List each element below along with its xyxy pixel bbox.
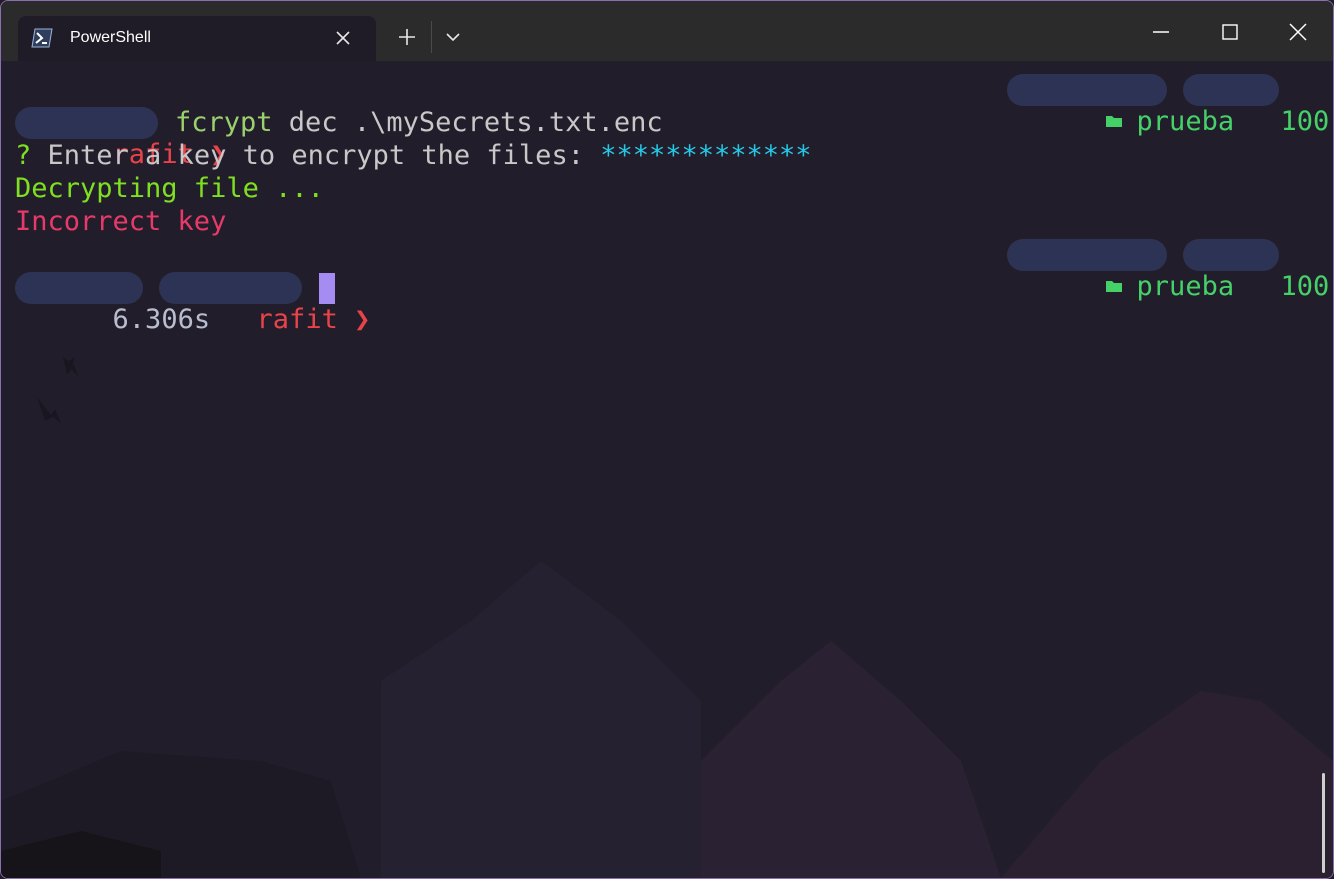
battery-segment: 100 [1183, 74, 1329, 137]
decrypting-message: Decrypting file ... [15, 173, 324, 204]
battery-segment-2: 100 [1183, 239, 1329, 302]
powershell-icon [31, 28, 53, 48]
tab-powershell[interactable]: PowerShell [18, 16, 376, 61]
close-icon[interactable] [335, 30, 351, 46]
terminal-pane[interactable]: prueba 100 rafit ❯ fcrypt dec .\mySecret… [1, 61, 1333, 878]
folder-segment: prueba [1007, 74, 1234, 137]
error-message: Incorrect key [15, 206, 227, 237]
key-prompt-line: ? Enter a key to encrypt the files: ****… [15, 139, 812, 172]
battery-value-2: 100 [1280, 271, 1330, 302]
minimize-icon[interactable] [1150, 21, 1172, 43]
plus-icon[interactable] [398, 28, 416, 46]
question-text: Enter a key to encrypt the files: [31, 140, 601, 171]
prompt-user-segment-2: rafit ❯ [159, 272, 370, 335]
terminal-window: PowerShell 100 rafit ❯ fcrypt dec .\mySe… [0, 0, 1334, 879]
text-cursor [319, 273, 335, 304]
command-args: dec .\mySecrets.txt.enc [272, 107, 663, 138]
question-mark: ? [15, 140, 32, 171]
tab-divider [431, 21, 432, 53]
tab-title: PowerShell [70, 29, 151, 46]
duration-segment: 6.306s [15, 272, 210, 335]
prompt-user-segment: rafit ❯ [15, 107, 226, 170]
prompt-user-2: rafit ❯ [256, 304, 371, 335]
chevron-down-icon[interactable] [445, 31, 461, 43]
battery-value: 100 [1280, 106, 1330, 137]
folder-icon [1105, 280, 1122, 292]
command-name: fcrypt [175, 107, 273, 138]
masked-key: ************* [600, 140, 812, 171]
window-close-icon[interactable] [1287, 21, 1309, 43]
title-bar: PowerShell [1, 1, 1333, 61]
scrollbar[interactable] [1322, 773, 1325, 873]
folder-icon [1105, 115, 1122, 127]
maximize-icon[interactable] [1219, 21, 1241, 43]
command-line: fcrypt dec .\mySecrets.txt.enc [175, 106, 663, 139]
folder-segment-2: prueba [1007, 239, 1234, 302]
